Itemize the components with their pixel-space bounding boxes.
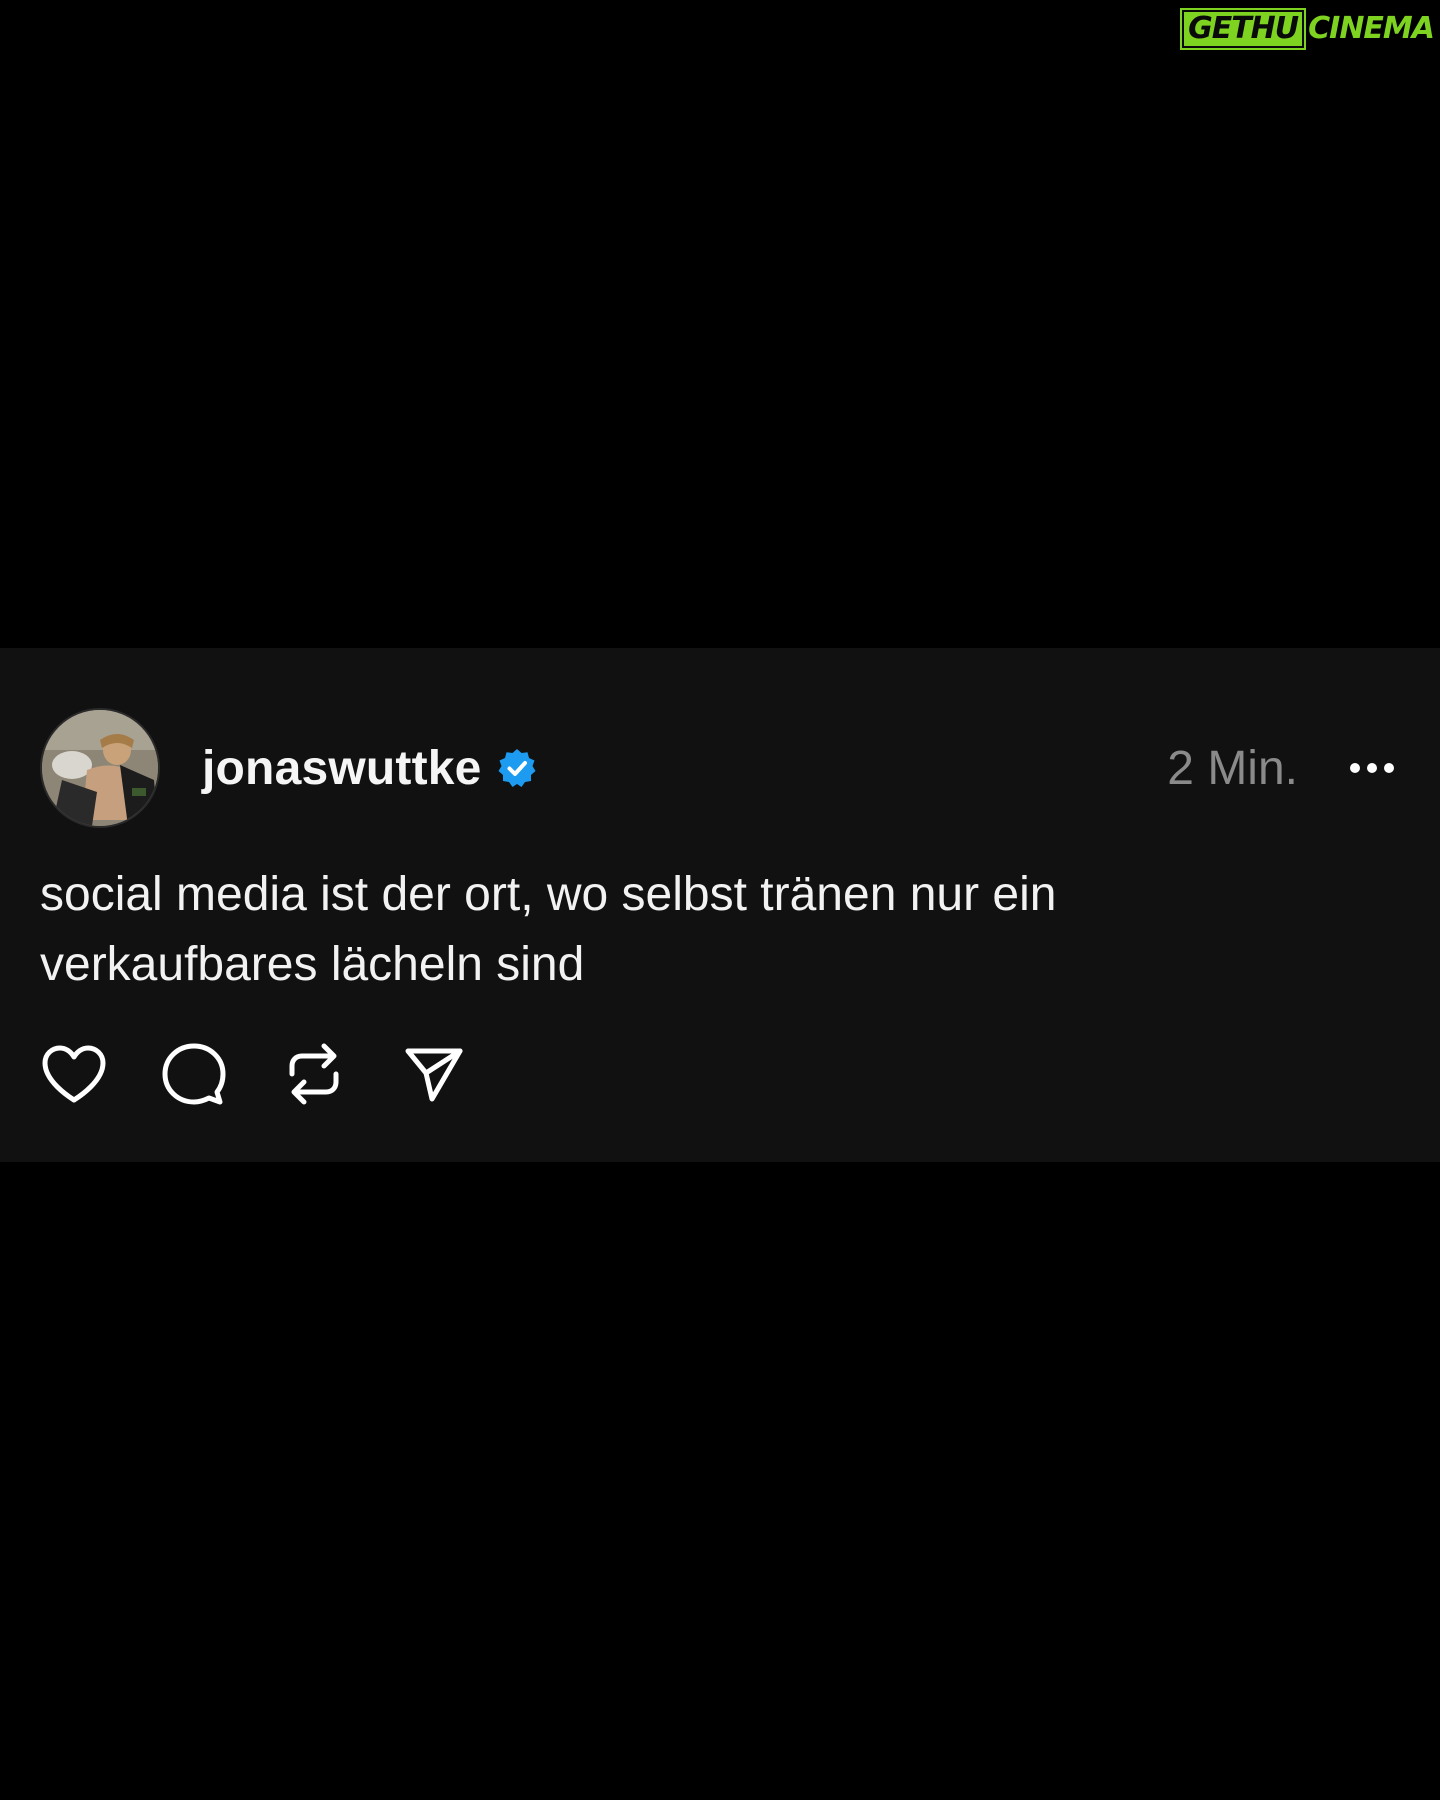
post-timestamp: 2 Min.	[1167, 741, 1298, 795]
comment-icon	[162, 1043, 226, 1105]
share-button[interactable]	[400, 1040, 468, 1108]
reply-button[interactable]	[160, 1040, 228, 1108]
send-icon	[405, 1048, 463, 1102]
avatar-image	[42, 710, 158, 826]
repost-button[interactable]	[280, 1040, 348, 1108]
post-actions	[40, 1040, 520, 1108]
watermark-right-text: CINEMA	[1308, 11, 1435, 46]
post-text: social media ist der ort, wo selbst trän…	[40, 868, 1057, 991]
username[interactable]: jonaswuttke	[202, 741, 482, 796]
post-card: jonaswuttke 2 Min. social media ist der …	[0, 648, 1440, 1162]
verified-badge-icon	[496, 747, 538, 789]
avatar[interactable]	[40, 708, 160, 828]
like-button[interactable]	[40, 1040, 108, 1108]
watermark-logo: GETHU CINEMA	[1180, 8, 1435, 50]
more-horizontal-icon	[1350, 763, 1394, 773]
more-options-button[interactable]	[1348, 744, 1396, 792]
repost-icon	[289, 1043, 339, 1105]
watermark-left-text: GETHU	[1180, 8, 1307, 50]
heart-icon	[42, 1045, 106, 1103]
post-header: jonaswuttke 2 Min.	[40, 706, 1400, 830]
